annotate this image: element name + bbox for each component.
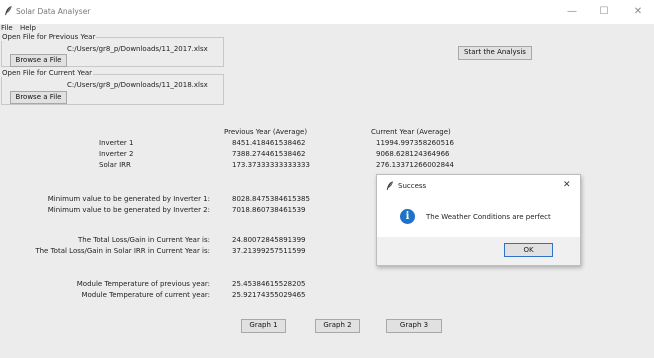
dialog-message: The Weather Conditions are perfect [426, 213, 551, 221]
feather-icon [5, 6, 12, 16]
graph-1-button[interactable]: Graph 1 [241, 319, 286, 333]
inverter-1-label: Inverter 1 [99, 139, 134, 147]
feather-icon [386, 181, 394, 190]
total-loss-gain-label: The Total Loss/Gain in Current Year is: [78, 236, 210, 244]
previous-year-header: Previous Year (Average) [224, 128, 308, 136]
menu-bar [0, 24, 654, 34]
inverter-1-previous: 8451.418461538462 [232, 139, 306, 147]
minimum-inverter-1-value: 8028.8475384615385 [232, 195, 310, 203]
solar-irr-label: Solar IRR [99, 161, 131, 169]
module-temp-previous-label: Module Temperature of previous year: [76, 280, 210, 288]
dialog-title: Success [398, 182, 427, 190]
minimum-inverter-2-label: Minimum value to be generated by Inverte… [47, 206, 210, 214]
previous-year-path: C:/Users/gr8_p/Downloads/11_2017.xlsx [67, 45, 208, 53]
module-temp-current-value: 25.92174355029465 [232, 291, 306, 299]
inverter-2-label: Inverter 2 [99, 150, 134, 158]
graph-2-button[interactable]: Graph 2 [315, 319, 360, 333]
solar-irr-loss-gain-label: The Total Loss/Gain in Solar IRR in Curr… [35, 247, 210, 255]
browse-previous-button[interactable]: Browse a File [10, 54, 67, 67]
graph-3-button[interactable]: Graph 3 [386, 319, 442, 333]
minimize-button[interactable]: — [562, 5, 582, 19]
success-dialog: Success ✕ i The Weather Conditions are p… [376, 174, 581, 266]
minimum-inverter-1-label: Minimum value to be generated by Inverte… [47, 195, 210, 203]
inverter-2-previous: 7388.274461538462 [232, 150, 306, 158]
inverter-1-current: 11994.997358260516 [376, 139, 454, 147]
menu-help[interactable]: Help [20, 24, 36, 32]
previous-year-frame-label: Open File for Previous Year [1, 33, 97, 41]
module-temp-current-label: Module Temperature of current year: [81, 291, 210, 299]
module-temp-previous-value: 25.45384615528205 [232, 280, 306, 288]
current-year-frame-label: Open File for Current Year [1, 69, 94, 77]
current-year-path: C:/Users/gr8_p/Downloads/11_2018.xlsx [67, 81, 208, 89]
info-icon: i [400, 209, 415, 224]
inverter-2-current: 9068.628124364966 [376, 150, 450, 158]
dialog-footer: OK [377, 237, 580, 265]
dialog-close-button[interactable]: ✕ [563, 180, 571, 190]
close-button[interactable]: ✕ [628, 5, 648, 19]
start-analysis-button[interactable]: Start the Analysis [458, 46, 532, 60]
current-year-header: Current Year (Average) [371, 128, 451, 136]
minimum-inverter-2-value: 7018.860738461539 [232, 206, 306, 214]
window-title: Solar Data Analyser [16, 7, 91, 16]
total-loss-gain-value: 24.80072845891399 [232, 236, 306, 244]
browse-current-button[interactable]: Browse a File [10, 91, 67, 104]
solar-irr-current: 276.13371266002844 [376, 161, 454, 169]
solar-irr-previous: 173.37333333333333 [232, 161, 310, 169]
maximize-button[interactable]: ☐ [594, 5, 614, 19]
ok-button[interactable]: OK [504, 243, 553, 257]
menu-file[interactable]: File [1, 24, 13, 32]
title-bar [0, 0, 654, 24]
solar-irr-loss-gain-value: 37.21399257511599 [232, 247, 306, 255]
